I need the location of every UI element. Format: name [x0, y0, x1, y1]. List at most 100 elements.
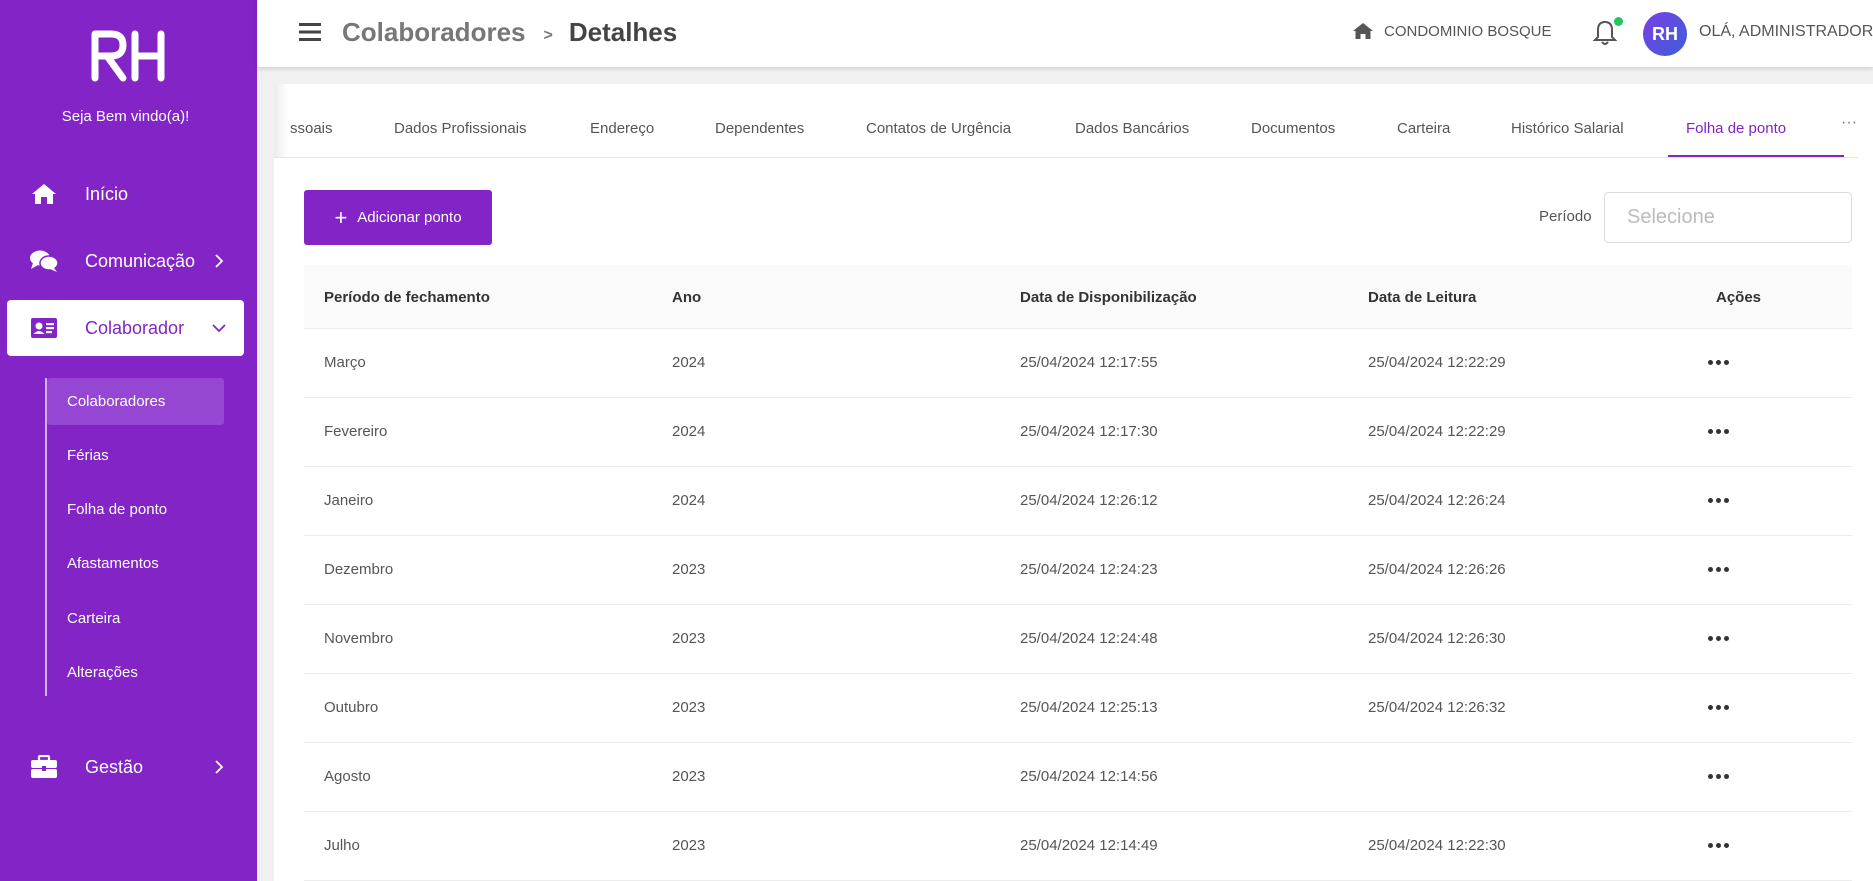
period-select[interactable]: [1604, 192, 1852, 243]
nav-label: Início: [85, 183, 129, 204]
top-header: Colaboradores > Detalhes CONDOMINIO BOSQ…: [257, 0, 1873, 67]
active-tab-indicator: [1668, 155, 1844, 157]
submenu-item-alteracoes[interactable]: Alterações: [47, 649, 224, 696]
user-greeting[interactable]: OLÁ, ADMINISTRADOR: [1699, 23, 1873, 41]
tab-carteira[interactable]: Carteira: [1397, 120, 1450, 137]
column-header-disponibilizacao: Data de Disponibilização: [1020, 289, 1197, 306]
chevron-right-icon: [215, 254, 224, 268]
row-actions-icon[interactable]: [1704, 418, 1732, 444]
cell-disponibilizacao: 25/04/2024 12:24:23: [1020, 561, 1158, 578]
table-row: Março 2024 25/04/2024 12:17:55 25/04/202…: [304, 329, 1852, 398]
tab-dados-pessoais[interactable]: ssoais: [290, 120, 333, 137]
cell-leitura: 25/04/2024 12:26:32: [1368, 699, 1506, 716]
submenu-item-ferias[interactable]: Férias: [47, 432, 224, 479]
add-ponto-label: Adicionar ponto: [357, 209, 462, 226]
cell-ano: 2024: [672, 492, 706, 509]
table-row: Janeiro 2024 25/04/2024 12:26:12 25/04/2…: [304, 467, 1852, 536]
content-card: ssoais Dados Profissionais Endereço Depe…: [274, 84, 1873, 881]
menu-icon[interactable]: [299, 22, 321, 42]
cell-periodo: Julho: [324, 837, 360, 854]
row-actions-icon[interactable]: [1704, 763, 1732, 789]
cell-ano: 2024: [672, 423, 706, 440]
cell-ano: 2024: [672, 354, 706, 371]
app-logo[interactable]: [0, 30, 257, 82]
tab-scroll-shadow: [274, 84, 288, 157]
row-actions-icon[interactable]: [1704, 625, 1732, 651]
cell-leitura: 25/04/2024 12:22:29: [1368, 423, 1506, 440]
rh-logo-icon: [91, 30, 164, 82]
tab-dados-profissionais[interactable]: Dados Profissionais: [394, 120, 527, 137]
submenu-item-carteira[interactable]: Carteira: [47, 595, 224, 642]
nav-item-inicio[interactable]: Início: [7, 166, 244, 222]
cell-periodo: Novembro: [324, 630, 394, 647]
plus-icon: +: [334, 204, 348, 230]
condo-selector[interactable]: CONDOMINIO BOSQUE: [1352, 22, 1552, 40]
cell-disponibilizacao: 25/04/2024 12:14:56: [1020, 768, 1158, 785]
cell-periodo: Março: [324, 354, 366, 371]
tabs-more-button[interactable]: ···: [1834, 114, 1858, 132]
nav-label: Colaborador: [85, 317, 185, 338]
nav-label: Gestão: [85, 756, 144, 777]
breadcrumb: Colaboradores > Detalhes: [342, 17, 677, 48]
row-actions-icon[interactable]: [1704, 832, 1732, 858]
add-ponto-button[interactable]: + Adicionar ponto: [304, 190, 492, 245]
tab-folha-de-ponto[interactable]: Folha de ponto: [1686, 120, 1786, 137]
column-header-acoes: Ações: [1716, 289, 1762, 306]
avatar[interactable]: RH: [1643, 12, 1687, 56]
cell-periodo: Outubro: [324, 699, 379, 716]
table-row: Outubro 2023 25/04/2024 12:25:13 25/04/2…: [304, 674, 1852, 743]
tab-historico-salarial[interactable]: Histórico Salarial: [1511, 120, 1624, 137]
sidebar: Seja Bem vindo(a)! Início Comunicação Co…: [0, 0, 257, 881]
table-row: Fevereiro 2024 25/04/2024 12:17:30 25/04…: [304, 398, 1852, 467]
tab-documentos[interactable]: Documentos: [1251, 120, 1335, 137]
page-title: Detalhes: [568, 17, 678, 47]
cell-leitura: 25/04/2024 12:22:30: [1368, 837, 1506, 854]
submenu-item-folha-de-ponto[interactable]: Folha de ponto: [47, 486, 224, 533]
nav-item-comunicacao[interactable]: Comunicação: [7, 233, 244, 289]
nav-item-gestao[interactable]: Gestão: [7, 739, 244, 795]
tab-contatos-de-urgencia[interactable]: Contatos de Urgência: [866, 120, 1011, 137]
submenu-line: [45, 378, 47, 696]
column-header-ano: Ano: [672, 289, 702, 306]
cell-periodo: Dezembro: [324, 561, 394, 578]
welcome-text: Seja Bem vindo(a)!: [61, 108, 190, 125]
cell-periodo: Fevereiro: [324, 423, 388, 440]
submenu-item-colaboradores[interactable]: Colaboradores: [47, 378, 224, 425]
row-actions-icon[interactable]: [1704, 556, 1732, 582]
cell-periodo: Janeiro: [324, 492, 374, 509]
submenu-item-afastamentos[interactable]: Afastamentos: [47, 540, 224, 587]
cell-ano: 2023: [672, 561, 706, 578]
cell-disponibilizacao: 25/04/2024 12:17:55: [1020, 354, 1158, 371]
chevron-down-icon: [212, 324, 226, 333]
row-actions-icon[interactable]: [1704, 487, 1732, 513]
cell-leitura: 25/04/2024 12:26:26: [1368, 561, 1506, 578]
home-icon: [29, 181, 59, 207]
cell-ano: 2023: [672, 699, 706, 716]
table-header: Período de fechamento Ano Data de Dispon…: [304, 265, 1852, 329]
cell-disponibilizacao: 25/04/2024 12:24:48: [1020, 630, 1158, 647]
column-header-leitura: Data de Leitura: [1368, 289, 1477, 306]
cell-leitura: 25/04/2024 12:26:24: [1368, 492, 1506, 509]
chat-icon: [29, 248, 59, 274]
cell-disponibilizacao: 25/04/2024 12:26:12: [1020, 492, 1158, 509]
breadcrumb-colaboradores[interactable]: Colaboradores: [342, 17, 526, 48]
table-row: Julho 2023 25/04/2024 12:14:49 25/04/202…: [304, 812, 1852, 881]
table-row: Novembro 2023 25/04/2024 12:24:48 25/04/…: [304, 605, 1852, 674]
chevron-right-icon: [215, 760, 224, 774]
table-row: Agosto 2023 25/04/2024 12:14:56: [304, 743, 1852, 812]
period-label: Período: [1539, 208, 1592, 225]
nav-item-colaborador[interactable]: Colaborador: [7, 300, 244, 356]
row-actions-icon[interactable]: [1704, 694, 1732, 720]
cell-leitura: 25/04/2024 12:22:29: [1368, 354, 1506, 371]
row-actions-icon[interactable]: [1704, 349, 1732, 375]
cell-leitura: 25/04/2024 12:26:30: [1368, 630, 1506, 647]
tab-dependentes[interactable]: Dependentes: [715, 120, 804, 137]
cell-ano: 2023: [672, 630, 706, 647]
cell-periodo: Agosto: [324, 768, 371, 785]
cell-disponibilizacao: 25/04/2024 12:14:49: [1020, 837, 1158, 854]
tab-endereco[interactable]: Endereço: [590, 120, 654, 137]
id-card-icon: [29, 315, 59, 341]
tab-dados-bancarios[interactable]: Dados Bancários: [1075, 120, 1189, 137]
cell-disponibilizacao: 25/04/2024 12:17:30: [1020, 423, 1158, 440]
notification-dot: [1614, 17, 1623, 26]
